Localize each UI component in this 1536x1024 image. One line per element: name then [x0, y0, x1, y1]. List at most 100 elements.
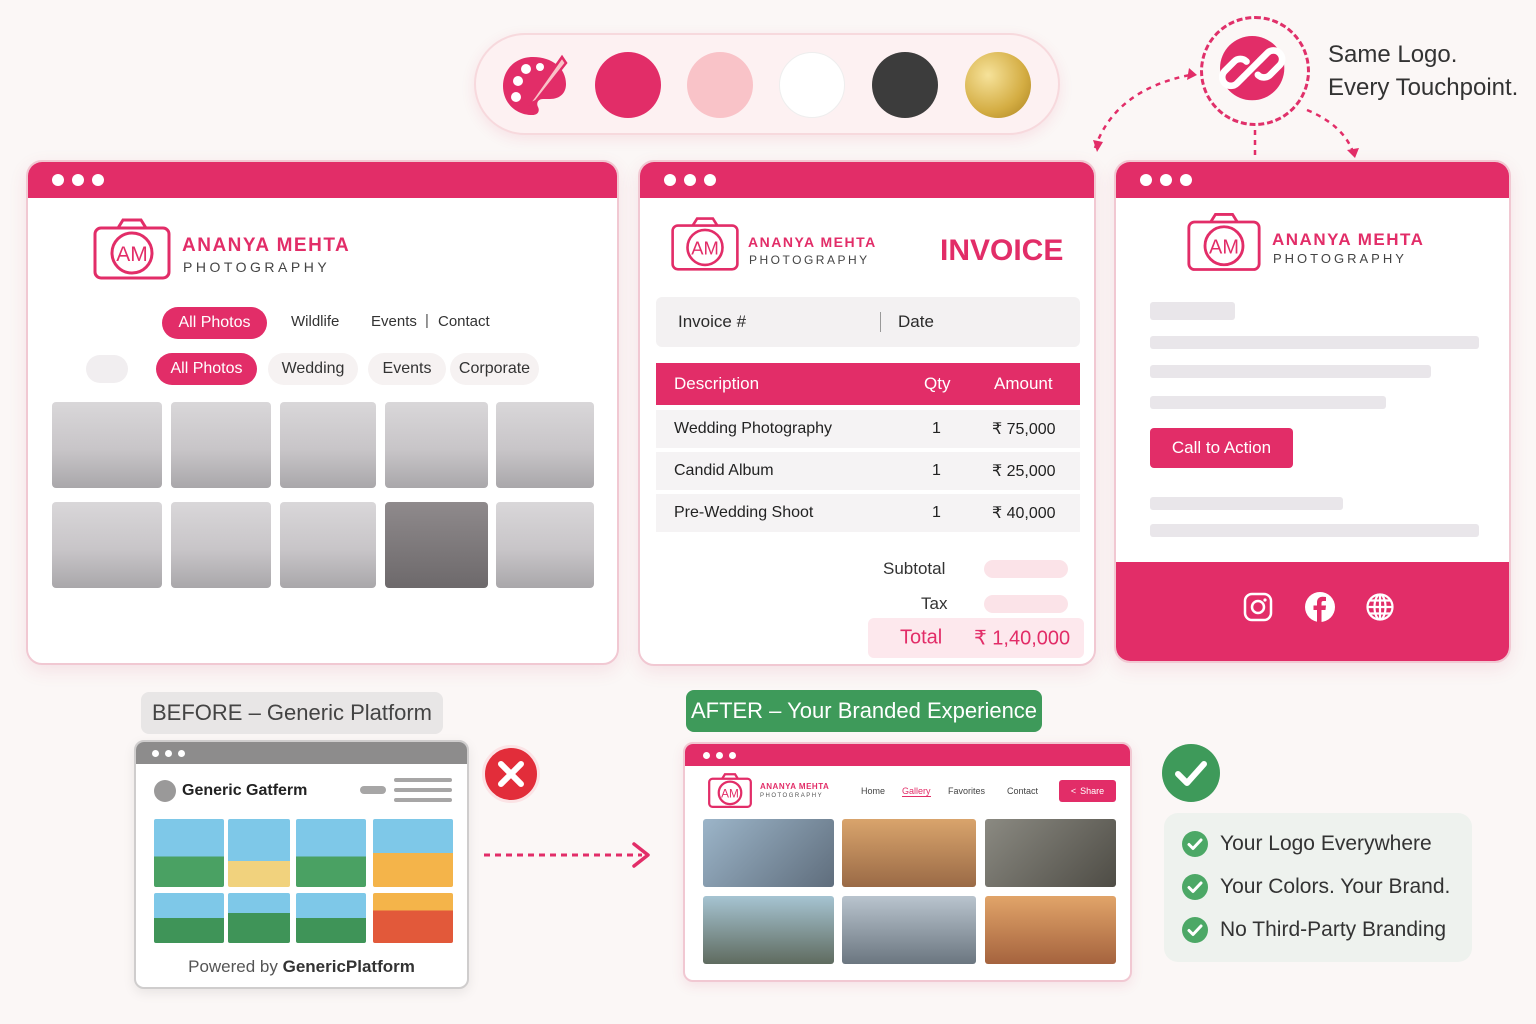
- share-icon: <: [1070, 786, 1077, 796]
- benefit-item: No Third-Party Branding: [1182, 917, 1446, 943]
- x-mark-icon: [482, 745, 540, 803]
- nav-wildlife[interactable]: Wildlife: [291, 313, 339, 330]
- gallery-photo[interactable]: [842, 896, 976, 964]
- row-description: Pre-Wedding Shoot: [674, 504, 814, 521]
- col-qty: Qty: [924, 374, 951, 393]
- brand-name: ANANYA MEHTA: [182, 235, 351, 256]
- facebook-icon[interactable]: [1304, 591, 1336, 623]
- powered-by-brand: GenericPlatform: [282, 957, 415, 976]
- window-dot: [92, 174, 104, 186]
- nav-all-photos[interactable]: All Photos: [162, 307, 267, 339]
- window-dot: [729, 751, 736, 759]
- filter-all-photos[interactable]: All Photos: [156, 353, 257, 385]
- window-dot: [178, 749, 185, 757]
- row-amount: ₹ 75,000: [992, 421, 1056, 438]
- total-box: Total ₹ 1,40,000: [868, 618, 1084, 658]
- skeleton-line: [1150, 302, 1235, 320]
- window-dot: [1140, 174, 1152, 186]
- back-toggle[interactable]: [86, 355, 128, 383]
- globe-icon[interactable]: [1365, 592, 1395, 622]
- gallery-photo[interactable]: [703, 819, 834, 887]
- tagline-line-1: Same Logo.: [1328, 41, 1458, 68]
- gallery-photo[interactable]: [385, 502, 488, 588]
- generic-platform-window: Generic Gatferm Powered by GenericPlatfo…: [134, 740, 469, 989]
- window-titlebar: [685, 744, 1130, 766]
- swatch-gold[interactable]: [965, 52, 1031, 118]
- tagline: Same Logo. Every Touchpoint.: [1328, 38, 1533, 104]
- brand-sub: PHOTOGRAPHY: [183, 259, 331, 275]
- camera-logo-icon: AM: [708, 773, 752, 808]
- row-amount: ₹ 25,000: [992, 463, 1056, 480]
- swatch-charcoal[interactable]: [872, 52, 938, 118]
- paint-palette-icon: [503, 54, 568, 115]
- powered-by-footer: Powered by GenericPlatform: [136, 957, 467, 977]
- filter-wedding[interactable]: Wedding: [268, 353, 358, 385]
- benefit-text: No Third-Party Branding: [1220, 918, 1447, 941]
- row-qty: 1: [932, 504, 941, 521]
- gallery-photo[interactable]: [496, 502, 594, 588]
- after-tag: AFTER – Your Branded Experience: [686, 690, 1042, 732]
- gallery-photo[interactable]: [52, 402, 162, 488]
- gallery-photo[interactable]: [985, 896, 1116, 964]
- generic-platform-name: Generic Gatferm: [182, 782, 308, 799]
- invoice-date-label: Date: [898, 312, 934, 331]
- tagline-line-2: Every Touchpoint.: [1328, 74, 1519, 101]
- placeholder-image: [296, 819, 366, 887]
- invoice-number-label: Invoice #: [678, 312, 747, 331]
- brand-sub: PHOTOGRAPHY: [749, 253, 870, 267]
- window-dot: [165, 749, 172, 757]
- gallery-photo[interactable]: [703, 896, 834, 964]
- total-label: Total: [900, 626, 943, 649]
- col-description: Description: [674, 374, 760, 393]
- nav-contact[interactable]: Contact: [1007, 786, 1038, 796]
- filter-corporate[interactable]: Corporate: [450, 353, 539, 385]
- invoice-meta: Invoice # Date: [656, 297, 1080, 347]
- filter-events[interactable]: Events: [368, 353, 446, 385]
- svg-text:AM: AM: [1209, 236, 1239, 258]
- call-to-action-button[interactable]: Call to Action: [1150, 428, 1293, 468]
- subtotal-value-placeholder: [984, 560, 1068, 578]
- window-dot: [72, 174, 84, 186]
- window-dot: [664, 174, 676, 186]
- gallery-photo[interactable]: [280, 402, 376, 488]
- gallery-photo[interactable]: [985, 819, 1116, 887]
- check-circle-icon: [1182, 831, 1208, 857]
- nav-favorites[interactable]: Favorites: [948, 786, 985, 796]
- window-dot: [716, 751, 723, 759]
- table-row: Candid Album 1 ₹ 25,000: [656, 452, 1080, 490]
- gallery-photo[interactable]: [385, 402, 488, 488]
- swatch-white[interactable]: [779, 52, 845, 118]
- gallery-photo[interactable]: [496, 402, 594, 488]
- nav-events[interactable]: Events: [371, 313, 417, 330]
- window-dot: [1180, 174, 1192, 186]
- svg-text:AM: AM: [721, 786, 739, 800]
- skeleton-line: [1150, 524, 1479, 537]
- check-circle-icon: [1182, 917, 1208, 943]
- nav-gallery[interactable]: Gallery: [902, 786, 931, 797]
- swatch-blush[interactable]: [687, 52, 753, 118]
- gallery-photo[interactable]: [842, 819, 976, 887]
- brand-sub: PHOTOGRAPHY: [760, 793, 824, 799]
- gallery-photo[interactable]: [280, 502, 376, 588]
- gallery-photo[interactable]: [171, 502, 271, 588]
- gallery-photo[interactable]: [52, 502, 162, 588]
- brand-name: ANANYA MEHTA: [748, 234, 877, 250]
- nav-home[interactable]: Home: [861, 786, 885, 796]
- instagram-icon[interactable]: [1243, 592, 1273, 622]
- skeleton-line: [1150, 497, 1343, 510]
- benefits-list: Your Logo Everywhere Your Colors. Your B…: [1164, 813, 1472, 962]
- hamburger-menu-icon[interactable]: [394, 778, 452, 802]
- share-button[interactable]: < Share: [1059, 780, 1116, 802]
- generic-logo-icon: [154, 780, 176, 802]
- nav-contact[interactable]: Contact: [438, 313, 490, 330]
- nav-separator: |: [425, 312, 429, 329]
- powered-by-prefix: Powered by: [188, 957, 283, 976]
- window-dot: [1160, 174, 1172, 186]
- window-dot: [703, 751, 710, 759]
- invoice-table-header: Description Qty Amount: [656, 363, 1080, 405]
- gallery-photo[interactable]: [171, 402, 271, 488]
- subtotal-label: Subtotal: [883, 559, 946, 578]
- invoice-title: INVOICE: [940, 234, 1064, 267]
- swatch-primary[interactable]: [595, 52, 661, 118]
- email-footer: [1116, 562, 1509, 661]
